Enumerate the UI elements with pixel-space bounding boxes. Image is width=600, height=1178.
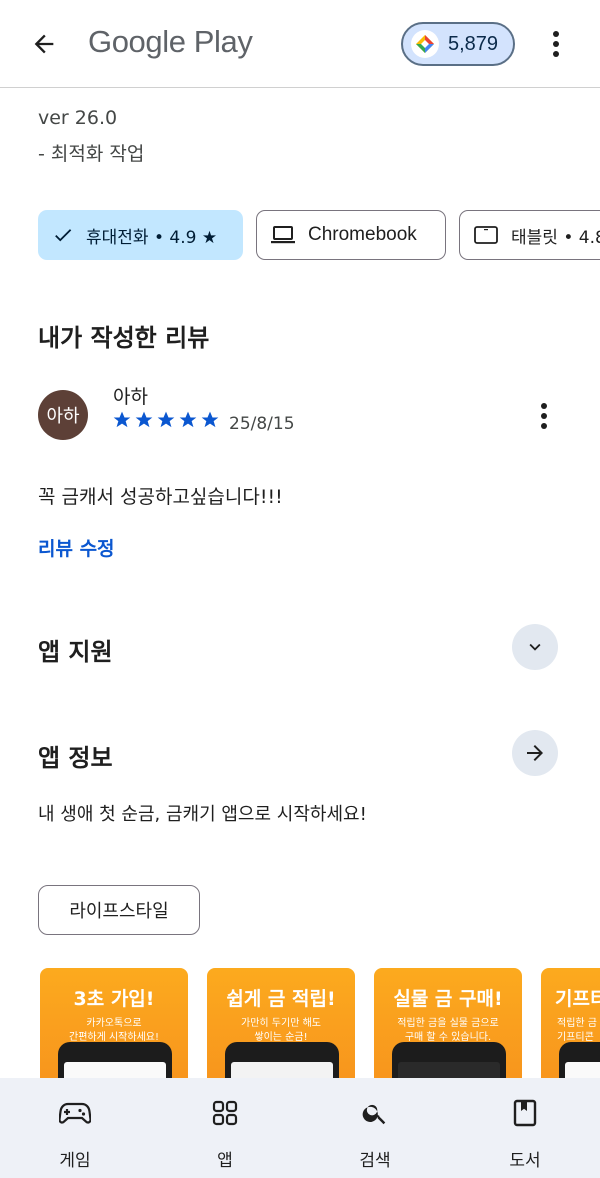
screenshot-heading: 기프티 — [555, 988, 600, 1010]
device-chip-label: 태블릿 • 4.8 — [511, 227, 600, 248]
device-chip-tablet[interactable]: 태블릿 • 4.8 — [459, 210, 600, 260]
screenshot-subtext: 가만히 두기만 해도 쌓이는 순금! — [241, 1018, 321, 1043]
play-points-value: 5,879 — [448, 32, 499, 55]
more-vert-icon — [553, 31, 559, 57]
bottom-navigation: 게임 앱 검색 도서 — [0, 1078, 600, 1178]
tablet-icon — [474, 226, 498, 244]
top-app-bar: Google Play 5,879 — [0, 0, 600, 88]
app-info-heading[interactable]: 앱 정보 — [38, 738, 113, 773]
nav-label: 앱 — [217, 1151, 233, 1171]
nav-books[interactable]: 도서 — [450, 1078, 600, 1178]
gamepad-icon — [59, 1102, 91, 1124]
expand-app-support-button[interactable] — [512, 624, 558, 670]
more-options-button[interactable] — [540, 26, 572, 62]
screenshot-subtext: 적립한 금을 실물 금으로 구매 할 수 있습니다. — [397, 1018, 499, 1043]
screenshot-heading: 실물 금 구매! — [393, 988, 503, 1010]
chevron-down-icon — [529, 643, 541, 651]
app-support-heading[interactable]: 앱 지원 — [38, 632, 113, 667]
nav-label: 도서 — [509, 1151, 541, 1171]
star-icon — [113, 411, 131, 428]
nav-search[interactable]: 검색 — [300, 1078, 450, 1178]
play-points-badge[interactable]: 5,879 — [401, 22, 515, 66]
reviewer-name: 아하 — [113, 386, 148, 408]
my-review-heading: 내가 작성한 리뷰 — [38, 324, 210, 352]
play-points-icon — [411, 30, 439, 58]
device-chip-label: 휴대전화 • 4.9 ★ — [86, 227, 218, 248]
version-text: ver 26.0 — [38, 107, 118, 129]
nav-label: 검색 — [359, 1151, 391, 1171]
version-note: - 최적화 작업 — [38, 143, 145, 165]
star-icon — [135, 411, 153, 428]
laptop-icon — [271, 226, 295, 244]
app-brand-title: Google Play — [88, 24, 253, 59]
back-button[interactable] — [22, 24, 66, 64]
screenshot-subtext: 적립한 금 기프티콘 — [557, 1018, 597, 1043]
book-icon — [513, 1099, 537, 1127]
app-description: 내 생애 첫 순금, 금캐기 앱으로 시작하세요! — [38, 804, 367, 825]
screenshot-subtext: 카카오톡으로 간편하게 시작하세요! — [69, 1018, 159, 1043]
screenshot-heading: 쉽게 금 적립! — [226, 988, 336, 1010]
apps-grid-icon — [212, 1100, 238, 1126]
avatar: 아하 — [38, 390, 88, 440]
more-vert-icon — [541, 403, 547, 429]
search-icon — [362, 1104, 386, 1125]
review-text: 꼭 금캐서 성공하고싶습니다!!! — [38, 486, 283, 508]
review-more-options-button[interactable] — [528, 398, 560, 434]
star-icon — [157, 411, 175, 428]
nav-games[interactable]: 게임 — [0, 1078, 150, 1178]
open-app-info-button[interactable] — [512, 730, 558, 776]
nav-apps[interactable]: 앱 — [150, 1078, 300, 1178]
device-chip-label: Chromebook — [308, 224, 417, 245]
category-tag[interactable]: 라이프스타일 — [38, 885, 200, 935]
nav-label: 게임 — [59, 1151, 91, 1171]
star-icon — [201, 411, 219, 428]
edit-review-link[interactable]: 리뷰 수정 — [38, 534, 115, 561]
screenshot-heading: 3초 가입! — [73, 988, 155, 1010]
star-rating — [112, 410, 220, 430]
device-chip-chromebook[interactable]: Chromebook — [256, 210, 446, 260]
arrow-forward-icon — [527, 745, 543, 761]
arrow-back-icon — [34, 34, 54, 54]
review-date: 25/8/15 — [229, 414, 295, 434]
star-icon — [179, 411, 197, 428]
check-icon — [55, 229, 72, 242]
device-chip-phone[interactable]: 휴대전화 • 4.9 ★ — [38, 210, 243, 260]
